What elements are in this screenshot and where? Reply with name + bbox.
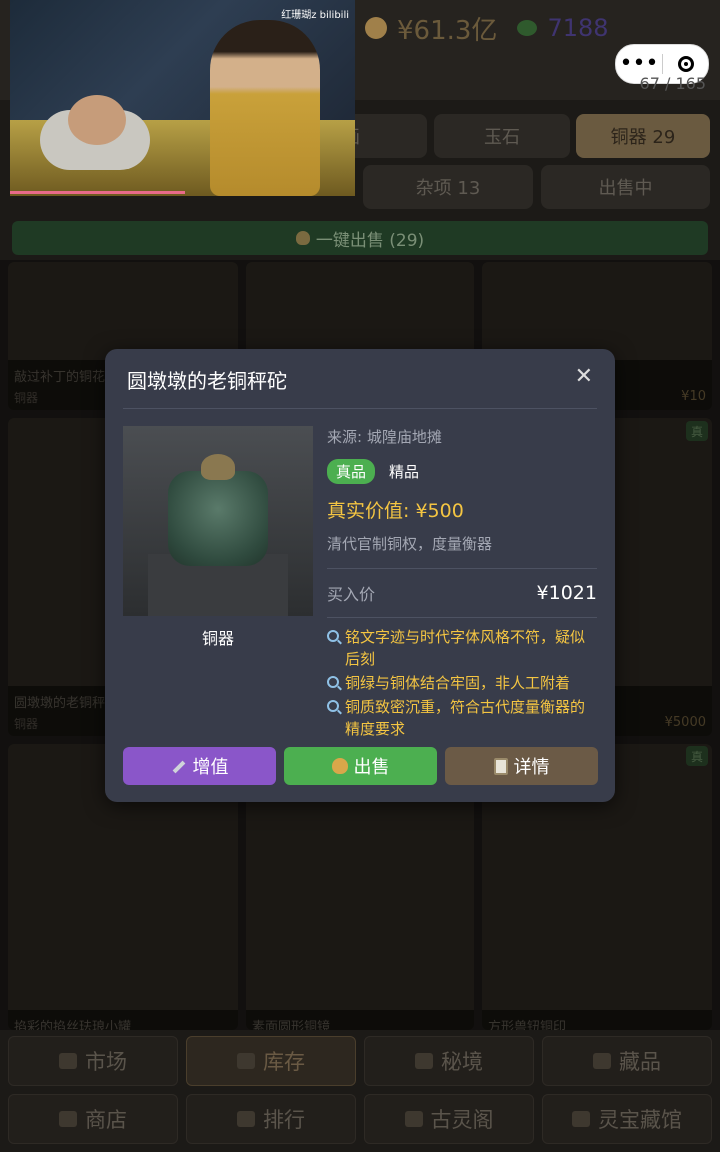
close-mini-program-button[interactable] [663,56,708,72]
collection-icon [593,1053,611,1069]
nav-secret-realm[interactable]: 秘境 [364,1036,534,1086]
wrench-icon [171,758,187,774]
detail-label: 详情 [513,757,550,778]
note-text: 铜绿与铜体结合牢固，非人工附着 [345,674,571,692]
nav-treasure-museum[interactable]: 灵宝藏馆 [542,1094,712,1144]
video-watermark: 红珊瑚z bilibili [281,10,349,21]
item-counter: 67 / 165 [639,74,706,93]
upgrade-button[interactable]: 增值 [123,747,276,785]
true-value: 真实价值: ¥500 [327,500,464,522]
tab-jade[interactable]: 玉石 [434,114,570,158]
video-frame-person [68,95,126,145]
jade-value: 7188 [547,14,609,42]
item-description: 清代官制铜权，度量衡器 [327,535,493,553]
tab-selling[interactable]: 出售中 [541,165,710,209]
quality-tag: 精品 [389,463,420,481]
nav-inventory[interactable]: 库存 [186,1036,356,1086]
magnifier-icon [327,700,339,712]
nav-ranking[interactable]: 排行 [186,1094,356,1144]
appraisal-note: 铜质致密沉重，符合古代度量衡器的精度要求 [327,696,597,740]
inventory-icon [237,1053,255,1069]
nav-label: 古灵阁 [430,1108,494,1132]
ranking-icon [237,1111,255,1127]
market-icon [59,1053,77,1069]
target-icon [677,56,694,72]
museum-icon [572,1111,590,1127]
sell-button[interactable]: 出售 [284,747,437,785]
tab-misc[interactable]: 杂项 13 [363,165,533,209]
authentic-tag: 真品 [327,459,376,484]
upgrade-label: 增值 [192,757,229,778]
sell-all-label: 一键出售 (29) [315,230,425,251]
money-bag-icon [365,17,387,39]
buy-price-row: 买入价 ¥1021 [327,581,597,605]
divider [327,617,597,618]
floating-video-player[interactable]: 红珊瑚z bilibili [10,0,355,196]
nav-label: 灵宝藏馆 [598,1108,682,1132]
money-bag-icon [331,758,348,774]
modal-divider [123,408,597,409]
nav-label: 秘境 [441,1050,483,1074]
video-progress-bar[interactable] [10,191,185,194]
nav-label: 藏品 [619,1050,661,1074]
modal-title: 圆墩墩的老铜秤砣 [127,369,287,393]
video-frame-person [210,20,320,196]
shop-icon [59,1111,77,1127]
weight-knob-shape [201,454,235,480]
magnifier-icon [327,676,339,688]
secret-realm-icon [415,1053,433,1069]
appraisal-notes: 铭文字迹与时代字体风格不符，疑似后刻 铜绿与铜体结合牢固，非人工附着 铜质致密沉… [327,626,597,740]
jade-icon [517,20,538,36]
sell-all-button[interactable]: 一键出售 (29) [12,221,708,255]
nav-guling-pavilion[interactable]: 古灵阁 [364,1094,534,1144]
money-value: ¥61.3亿 [397,15,498,46]
image-caption: 铜器 [201,629,234,648]
note-text: 铭文字迹与时代字体风格不符，疑似后刻 [345,628,586,668]
pavilion-icon [404,1111,423,1127]
buy-price-label: 买入价 [327,585,376,604]
item-info: 来源: 城隍庙地摊 真品 精品 真实价值: ¥500 清代官制铜权，度量衡器 买… [327,426,597,742]
appraisal-note: 铜绿与铜体结合牢固，非人工附着 [327,672,597,694]
note-text: 铜质致密沉重，符合古代度量衡器的精度要求 [345,698,586,738]
item-source: 来源: 城隍庙地摊 [327,428,442,446]
bronze-weight-shape [168,471,268,566]
tab-bronze[interactable]: 铜器 29 [576,114,710,158]
close-icon[interactable]: ✕ [575,365,593,389]
nav-label: 库存 [263,1050,305,1074]
item-tags: 真品 精品 [327,459,597,484]
appraisal-note: 铭文字迹与时代字体风格不符，疑似后刻 [327,626,597,670]
item-detail-modal: 圆墩墩的老铜秤砣 ✕ 铜器 来源: 城隍庙地摊 真品 精品 真实价值: ¥500… [105,349,615,802]
clipboard-icon [493,757,508,775]
sell-label: 出售 [353,757,390,778]
magnifier-icon [327,630,339,642]
currency-stats: ¥61.3亿 7188 [365,8,609,48]
buy-price-value: ¥1021 [536,582,597,604]
nav-collection[interactable]: 藏品 [542,1036,712,1086]
nav-shop[interactable]: 商店 [8,1094,178,1144]
nav-label: 排行 [263,1108,305,1132]
item-image [123,426,313,616]
detail-button[interactable]: 详情 [445,747,598,785]
nav-market[interactable]: 市场 [8,1036,178,1086]
nav-label: 商店 [85,1108,127,1132]
nav-label: 市场 [85,1050,127,1074]
divider [327,568,597,569]
money-bag-icon [295,231,310,245]
